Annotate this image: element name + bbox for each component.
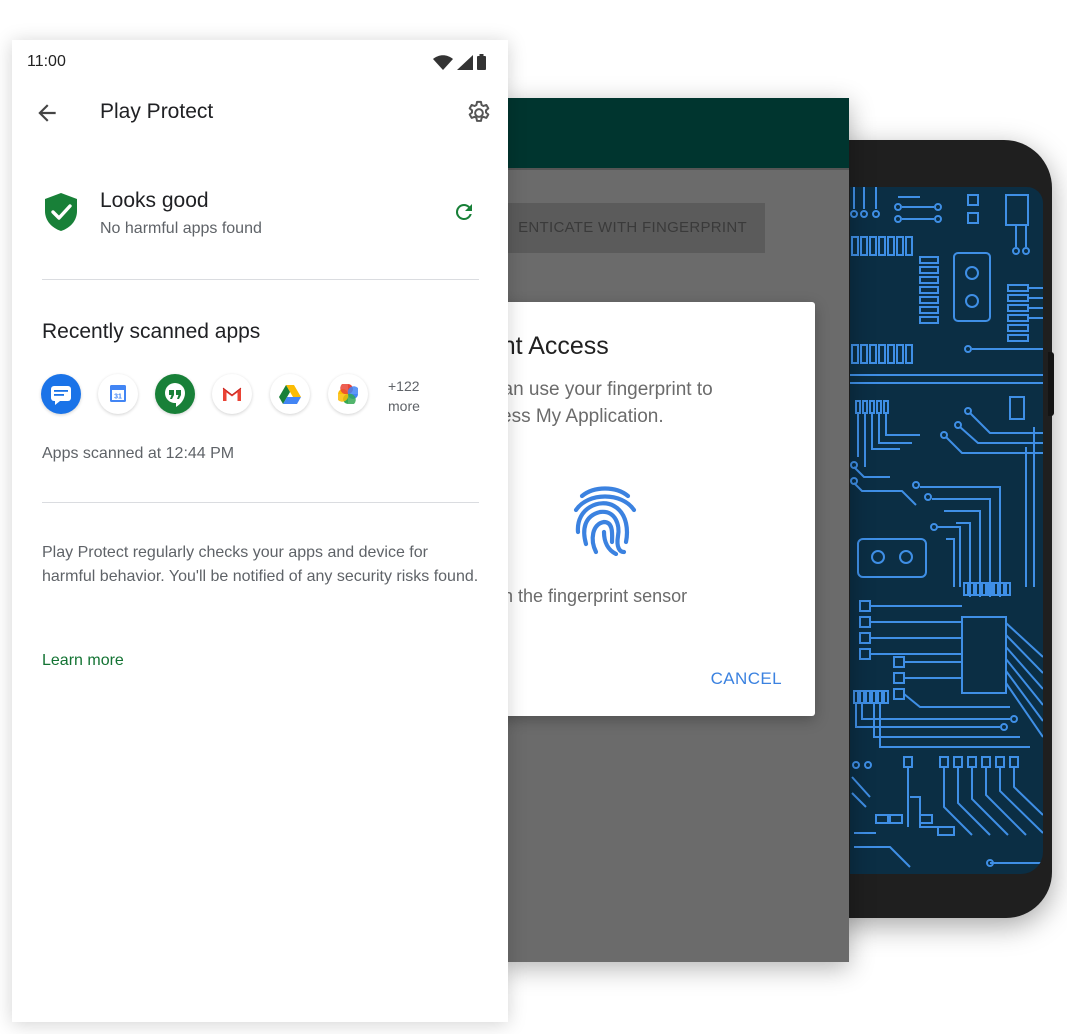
scan-time: Apps scanned at 12:44 PM bbox=[42, 445, 235, 462]
back-arrow-icon[interactable] bbox=[34, 100, 60, 126]
status-bar-time: 11:00 bbox=[27, 53, 66, 70]
dialog-body: can use your fingerprint to ccess My App… bbox=[490, 376, 810, 430]
play-protect-screen: 11:00 Play Protect Looks good No harmful… bbox=[12, 40, 508, 1022]
dialog-body-line-1: can use your fingerprint to bbox=[493, 379, 713, 400]
status-bar-icons bbox=[433, 54, 486, 70]
authenticate-button[interactable]: ENTICATE WITH FINGERPRINT bbox=[490, 203, 765, 253]
more-apps-number: +122 bbox=[388, 378, 420, 394]
authenticate-button-label: ENTICATE WITH FINGERPRINT bbox=[518, 219, 747, 236]
gmail-icon[interactable] bbox=[212, 374, 252, 414]
shield-check-icon bbox=[45, 193, 77, 231]
wifi-icon bbox=[433, 54, 453, 70]
more-apps-label: more bbox=[388, 398, 420, 414]
fingerprint-icon bbox=[573, 486, 637, 556]
play-protect-description: Play Protect regularly checks your apps … bbox=[42, 544, 479, 585]
recently-scanned-title: Recently scanned apps bbox=[42, 320, 261, 343]
scan-status-title: Looks good bbox=[100, 189, 209, 212]
messages-icon[interactable] bbox=[41, 374, 81, 414]
app-bar-shadow bbox=[500, 168, 849, 170]
photos-icon[interactable] bbox=[328, 374, 368, 414]
scan-status-subtitle: No harmful apps found bbox=[100, 220, 262, 237]
cellular-signal-icon bbox=[457, 54, 473, 70]
settings-gear-icon[interactable] bbox=[465, 99, 493, 127]
circuit-wallpaper bbox=[850, 187, 1043, 874]
calendar-icon[interactable]: 31 bbox=[98, 374, 138, 414]
cancel-button[interactable]: CANCEL bbox=[711, 669, 782, 689]
drive-icon[interactable] bbox=[270, 374, 310, 414]
hangouts-icon[interactable] bbox=[155, 374, 195, 414]
more-apps-count: +122 more bbox=[388, 376, 420, 416]
page-title: Play Protect bbox=[100, 100, 214, 123]
learn-more-link[interactable]: Learn more bbox=[42, 652, 124, 670]
mid-app-bar: ation bbox=[440, 98, 849, 168]
dialog-hint: uch the fingerprint sensor bbox=[490, 586, 688, 606]
svg-text:31: 31 bbox=[114, 394, 122, 401]
divider bbox=[42, 279, 479, 280]
refresh-icon[interactable] bbox=[452, 200, 476, 224]
side-button bbox=[1048, 352, 1054, 416]
divider bbox=[42, 502, 479, 503]
battery-icon bbox=[477, 54, 486, 70]
dialog-body-line-2: ccess My Application. bbox=[490, 406, 664, 427]
fingerprint-dialog: print Access can use your fingerprint to… bbox=[490, 302, 815, 716]
